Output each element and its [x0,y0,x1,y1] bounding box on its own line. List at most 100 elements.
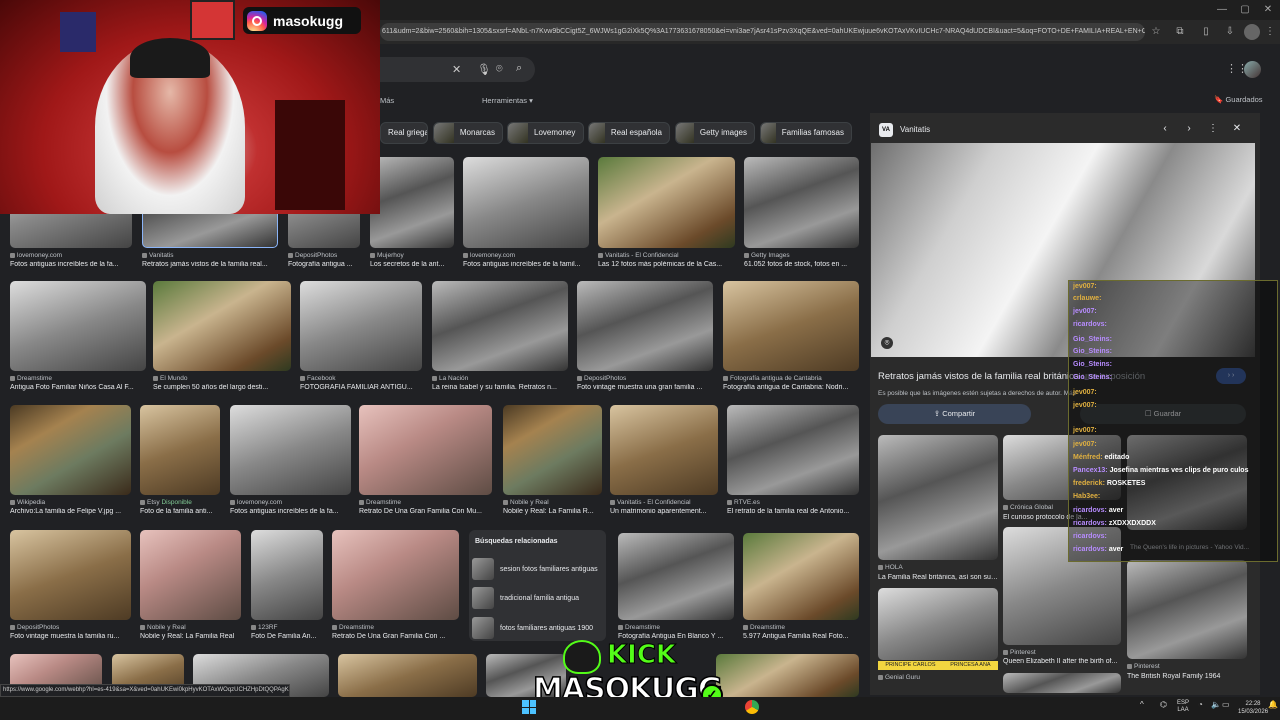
chat-line: Gio_Steins: [1073,361,1112,368]
next-icon[interactable]: › [1182,122,1196,136]
chip-monarcas[interactable]: Monarcas [433,122,503,144]
browser-menu-icon[interactable]: ⋮ [1262,24,1278,40]
chat-line: Gio_Steins: [1073,348,1112,355]
download-icon[interactable]: ⇩ [1222,24,1238,40]
share-button[interactable]: ⇪ Compartir [878,404,1031,424]
network-icon[interactable]: ⌬ [1160,700,1167,709]
profile-avatar[interactable] [1244,24,1260,40]
chat-line: jev007: [1073,402,1097,409]
extensions-icon[interactable]: ⧉ [1172,24,1188,40]
chat-line: ricardovs: aver [1073,507,1124,514]
volume-icon[interactable]: 🔈 [1211,700,1221,709]
result-tile[interactable]: Fotografía antigua de Cantabria Fotografí… [723,281,859,395]
related-item[interactable]: fotos familiares antiguas 1900 [472,616,604,640]
result-tile[interactable]: El Mundo Se cumplen 50 años del largo des… [153,281,291,395]
result-tile[interactable]: DepositPhotos Foto vintage muestra la fam… [10,530,131,644]
result-tile[interactable]: lovemoney.com Fotos antiguas increíbles d… [463,157,589,272]
chat-line: Hab3ee: [1073,493,1101,500]
chip-familias-famosas[interactable]: Familias famosas [760,122,852,144]
battery-icon[interactable]: ▭ [1222,700,1230,709]
result-tile[interactable]: Mujerhoy Los secretos de la ant... [370,157,454,272]
kick-wordmark: KICK [606,640,677,671]
result-tile[interactable]: Wikipedia Archivo:La familia de Felipe V.… [10,405,131,519]
chat-line: crlauwe: [1073,295,1102,302]
result-tile[interactable]: Nobile y Real Nobile y Real: La Familia R… [503,405,602,519]
result-tile[interactable]: lovemoney.com Fotos antiguas increíbles d… [230,405,351,519]
google-account-avatar[interactable] [1244,61,1261,78]
windows-taskbar [0,697,1280,720]
chip-getty-images[interactable]: Getty images [675,122,755,144]
status-url: https://www.google.com/webhp?hl=es-419&s… [0,684,290,697]
ninja-mascot-icon [563,640,601,674]
screen: { "browser": { "url": "611&udm=2&biw=256… [0,0,1280,720]
banner-right: PRINCESA ANA [950,662,991,668]
result-tile[interactable]: RTVE.es El retrato de la familia real de … [727,405,859,519]
related-item[interactable]: sesion fotos familiares antiguas [472,557,604,581]
maximize-icon[interactable]: ▢ [1235,2,1255,18]
search-box[interactable]: ✕ 🎙 ⌾ ⌕ [380,57,535,82]
clear-search-icon[interactable]: ✕ [452,63,461,76]
chip-lovemoney[interactable]: Lovemoney [507,122,584,144]
result-tile[interactable]: La Nación La reina Isabel y su familia. R… [432,281,568,395]
instagram-icon [247,10,267,31]
chat-line: Gio_Steins: [1073,336,1112,343]
close-panel-icon[interactable]: ✕ [1230,122,1244,136]
chat-line: ricardovs: aver [1073,546,1124,553]
clock[interactable]: 22:28 15/03/2026 [1238,700,1268,716]
result-tile[interactable]: Dreamstime Retrato De Una Gran Familia Co… [359,405,492,519]
windows-start-icon[interactable] [522,700,536,714]
related-image-card[interactable]: Pinterest The British Royal Family 1964 [1127,560,1247,682]
result-tile[interactable]: Dreamstime Antigua Foto Familiar Niños Ca… [10,281,146,395]
more-options-icon[interactable]: ⋮ [1206,122,1220,136]
sidebar-icon[interactable]: ▯ [1198,24,1214,40]
result-tile[interactable]: Etsy Disponible Foto de la familia anti..… [140,405,220,519]
saved-link[interactable]: 🔖 Guardados [1214,95,1263,104]
chat-line: jev007: [1073,389,1097,396]
wifi-icon[interactable]: ◔ [1198,700,1203,709]
result-tile[interactable]: Vanitatis - El Confidencial Las 12 fotos … [598,157,735,272]
related-image-card[interactable]: PRINCIPE CARLOS PRINCESA ANA Genial Guru [878,588,998,688]
banner-left: PRINCIPE CARLOS [885,662,936,668]
tray-chevron-icon[interactable]: ^ [1140,700,1144,709]
notifications-icon[interactable]: 🔔 [1268,700,1278,709]
wall-poster [190,0,235,40]
chat-line: jev007: [1073,427,1097,434]
close-window-icon[interactable]: ✕ [1258,2,1278,18]
chip-real-griega[interactable]: Real griega [380,122,428,144]
voice-search-icon[interactable]: 🎙 [477,63,491,76]
cap [130,38,210,78]
result-tile[interactable]: Facebook FOTOGRAFIA FAMILIAR ANTIGU... [300,281,422,395]
previous-icon[interactable]: ‹ [1158,122,1172,136]
panel-source[interactable]: Vanitatis [900,125,930,134]
language-indicator[interactable]: ESP LAA [1176,700,1190,714]
tab-tools[interactable]: Herramientas ▾ [482,96,533,105]
search-icon[interactable]: ⌕ [516,62,522,75]
lens-icon[interactable]: ⌾ [881,337,893,349]
result-tile[interactable]: Dreamstime 5.977 Antigua Familia Real Fot… [743,533,859,644]
lens-search-icon[interactable]: ⌾ [496,63,503,76]
related-heading: Búsquedas relacionadas [475,538,558,545]
result-tile[interactable]: 123RF Foto De Familia An... [251,530,323,644]
result-image[interactable] [716,654,859,697]
result-tile[interactable]: Vanitatis - El Confidencial Un matrimonio… [610,405,718,519]
result-tile[interactable]: DepositPhotos Foto vintage muestra una gr… [577,281,713,395]
chrome-taskbar-icon[interactable] [745,700,759,714]
chip-real-espanola[interactable]: Real española [588,122,670,144]
result-tile[interactable]: Dreamstime Fotografía Antigua En Blanco Y… [618,533,734,644]
chat-line: Pancex13: Josefina mientras ves clips de… [1073,467,1249,474]
result-tile[interactable]: Nobile y Real Nobile y Real: La Familia R… [140,530,241,644]
tab-more[interactable]: Más [380,96,394,105]
related-searches: Búsquedas relacionadas sesion fotos fami… [469,530,606,641]
minimize-icon[interactable]: — [1212,2,1232,18]
result-tile[interactable]: Getty Images 61.052 fotos de stock, fotos… [744,157,859,272]
result-tile[interactable]: Dreamstime Retrato De Una Gran Familia Co… [332,530,459,644]
address-bar[interactable]: 611&udm=2&biw=2560&bih=1305&sxsrf=ANbL-n… [380,23,1145,41]
copyright-note: Es posible que las imágenes estén sujeta… [878,390,1077,397]
result-image[interactable] [338,654,477,697]
chat-line: frederick: ROSKETES [1073,480,1146,487]
related-item[interactable]: tradicional familia antigua [472,586,604,610]
bookmark-star-icon[interactable]: ☆ [1148,24,1164,40]
related-image-card[interactable]: HOLA La Familia Real británica, así son s… [878,435,998,585]
related-image-card[interactable] [1003,673,1121,693]
background-door [275,100,345,210]
